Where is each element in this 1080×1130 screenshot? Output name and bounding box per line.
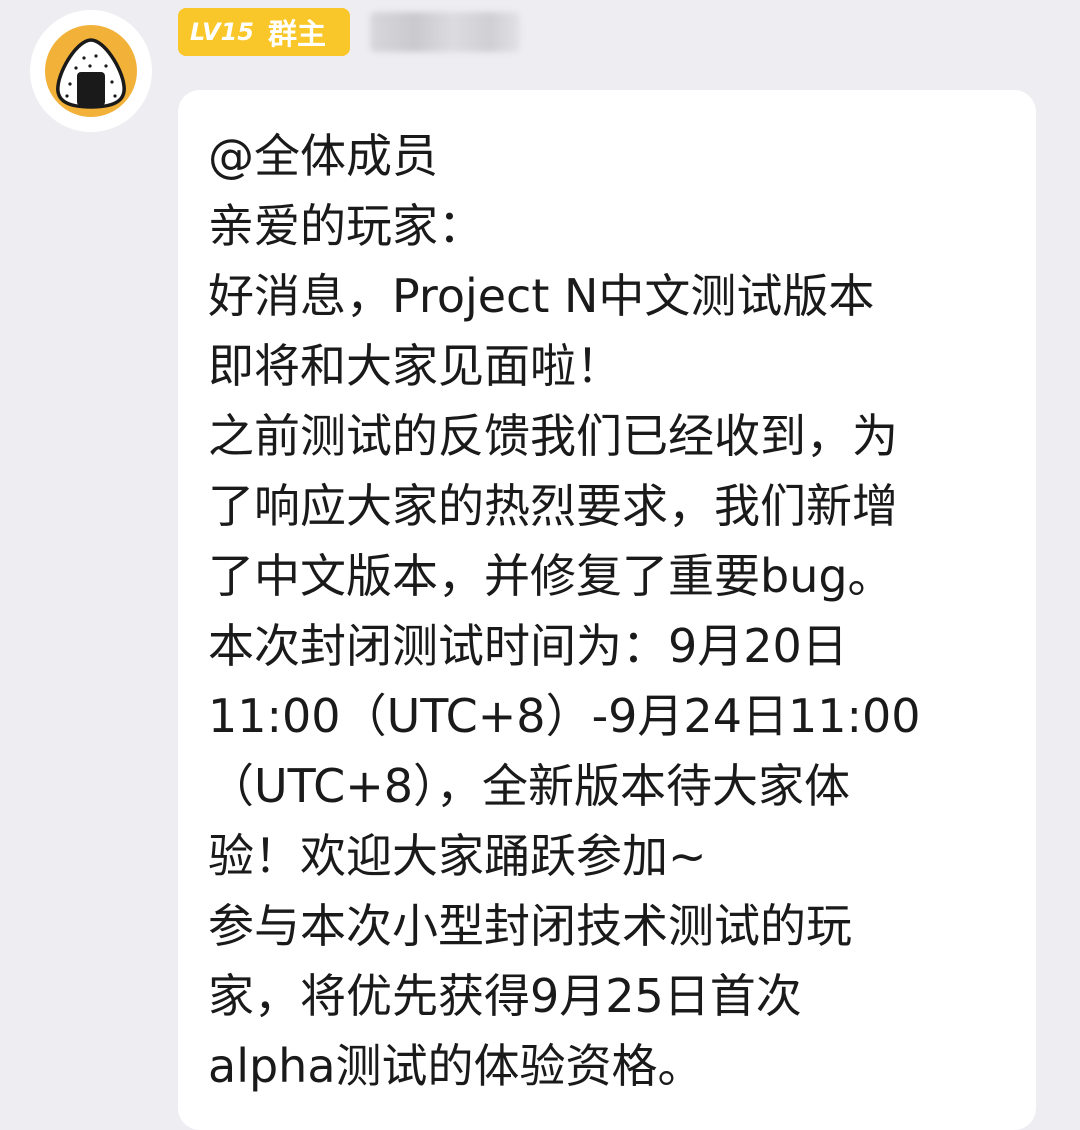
- message-text: @全体成员 亲爱的玩家： 好消息，Project N中文测试版本 即将和大家见面…: [208, 121, 1018, 1101]
- message-line: （UTC+8），全新版本待大家体: [208, 759, 851, 813]
- onigiri-icon: [45, 25, 137, 117]
- message-line: 11:00（UTC+8）-9月24日11:00: [208, 689, 921, 743]
- message-line: @全体成员: [208, 129, 438, 183]
- message-line: 参与本次小型封闭技术测试的玩: [208, 899, 852, 953]
- message-line: 本次封闭测试时间为：9月20日: [208, 619, 848, 673]
- message-line: 之前测试的反馈我们已经收到，为: [208, 409, 898, 463]
- message-line: 家，将优先获得9月25日首次: [208, 969, 802, 1023]
- message-line: 了中文版本，并修复了重要bug。: [208, 549, 894, 603]
- member-level-badge: LV15 群主: [178, 8, 350, 56]
- message-line: 了响应大家的热烈要求，我们新增: [208, 479, 898, 533]
- avatar[interactable]: [30, 10, 152, 132]
- message-line: 即将和大家见面啦！: [208, 339, 622, 393]
- message-line: 亲爱的玩家：: [208, 199, 484, 253]
- message-line: 好消息，Project N中文测试版本: [208, 269, 875, 323]
- sender-name-blurred: [370, 12, 520, 52]
- role-label: 群主: [267, 17, 326, 51]
- message-line: 验！欢迎大家踊跃参加~: [208, 829, 707, 883]
- level-label: LV15: [190, 18, 254, 46]
